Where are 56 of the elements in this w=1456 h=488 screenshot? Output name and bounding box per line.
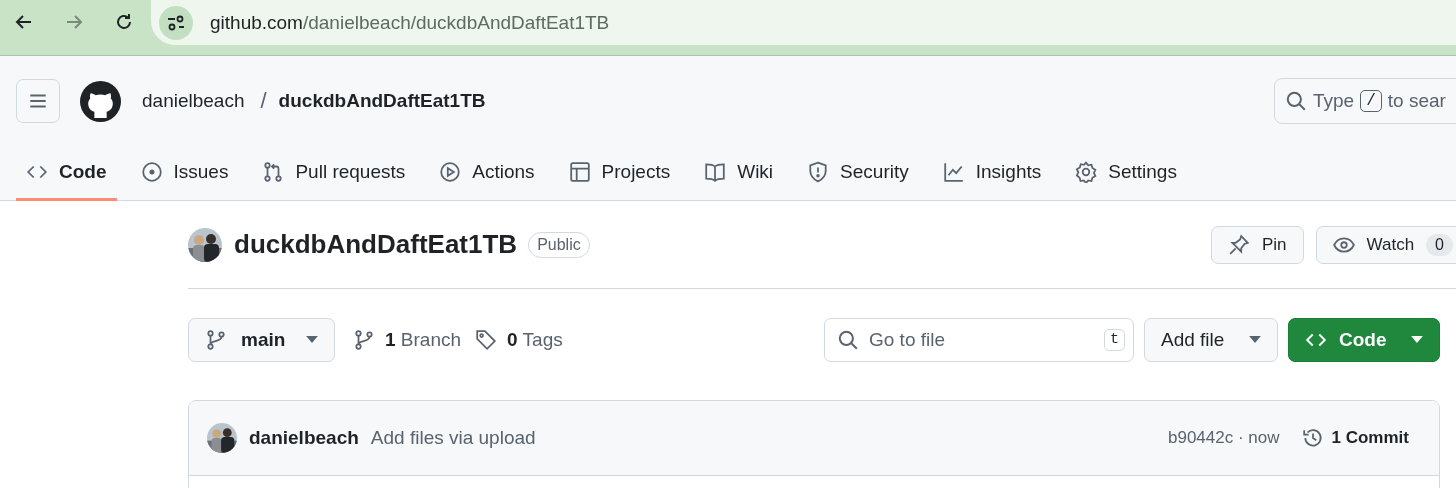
commit-hash-time[interactable]: b90442c · now <box>1168 428 1280 448</box>
path-separator: / <box>260 88 267 114</box>
repo-tab[interactable]: Issues <box>130 146 239 201</box>
commit-message[interactable]: Add files via upload <box>370 427 536 449</box>
graph-icon <box>942 161 965 183</box>
url-text: github.com/danielbeach/duckdbAndDaftEat1TB <box>210 11 610 34</box>
history-icon <box>1301 427 1324 449</box>
caret-icon <box>1411 336 1423 343</box>
shortcut-key: / <box>1360 90 1382 112</box>
caret-icon <box>306 336 318 343</box>
search-icon <box>1285 90 1307 112</box>
circle-dot-icon <box>140 161 163 183</box>
repo-link[interactable]: duckdbAndDaftEat1TB <box>278 90 486 112</box>
repo-tab[interactable]: Security <box>797 146 919 201</box>
shield-icon <box>807 161 830 183</box>
shortcut-key: t <box>1104 328 1125 351</box>
gear-icon <box>1075 161 1098 183</box>
search-field[interactable]: Type / to sear <box>1274 78 1456 124</box>
repo-tab[interactable]: Insights <box>932 146 1052 201</box>
repo-tab[interactable]: Actions <box>429 146 545 201</box>
play-icon <box>439 161 462 183</box>
branches-link[interactable]: 1 Branch <box>385 328 462 351</box>
book-icon <box>704 161 727 183</box>
cat-logo-icon[interactable] <box>80 80 121 122</box>
add-file-button[interactable]: Add file <box>1144 317 1278 362</box>
table-icon <box>568 161 591 183</box>
field-placeholder: Go to file <box>869 328 946 351</box>
tag-icon <box>475 328 498 351</box>
watch-count: 0 <box>1426 233 1453 256</box>
repo-tab[interactable]: Wiki <box>694 146 784 201</box>
commit-author[interactable]: danielbeach <box>249 427 359 449</box>
menu-button[interactable] <box>16 79 60 123</box>
branch-selector[interactable]: main <box>188 317 335 362</box>
reload-icon[interactable] <box>114 12 134 32</box>
pull-request-icon <box>262 161 285 183</box>
repo-title[interactable]: duckdbAndDaftEat1TB <box>234 229 518 260</box>
watch-button[interactable]: Watch 0 <box>1315 225 1456 264</box>
repo-tab[interactable]: Projects <box>558 146 681 201</box>
repo-tab[interactable]: Settings <box>1065 146 1187 201</box>
site-settings-icon[interactable] <box>159 5 193 40</box>
tags-link[interactable]: 0 Tags <box>507 328 563 351</box>
repo-tab[interactable]: Pull requests <box>252 146 416 201</box>
commits-link[interactable]: 1 Commit <box>1331 428 1409 448</box>
code-button[interactable]: Code <box>1288 317 1440 362</box>
search-placeholder: Type <box>1313 90 1355 112</box>
address-bar[interactable]: github.com/danielbeach/duckdbAndDaftEat1TB <box>151 0 1456 45</box>
owner-link[interactable]: danielbeach <box>142 90 245 112</box>
search-placeholder-end: to sear <box>1387 90 1446 112</box>
pin-button[interactable]: Pin <box>1210 225 1304 264</box>
go-to-file-field[interactable]: Go to file t <box>824 317 1134 362</box>
search-icon <box>837 328 859 351</box>
branch-icon <box>205 328 227 351</box>
repo-tab[interactable]: Code <box>16 146 117 201</box>
branch-icon <box>353 328 375 351</box>
caret-icon <box>1249 336 1261 343</box>
pin-icon <box>1227 233 1250 256</box>
